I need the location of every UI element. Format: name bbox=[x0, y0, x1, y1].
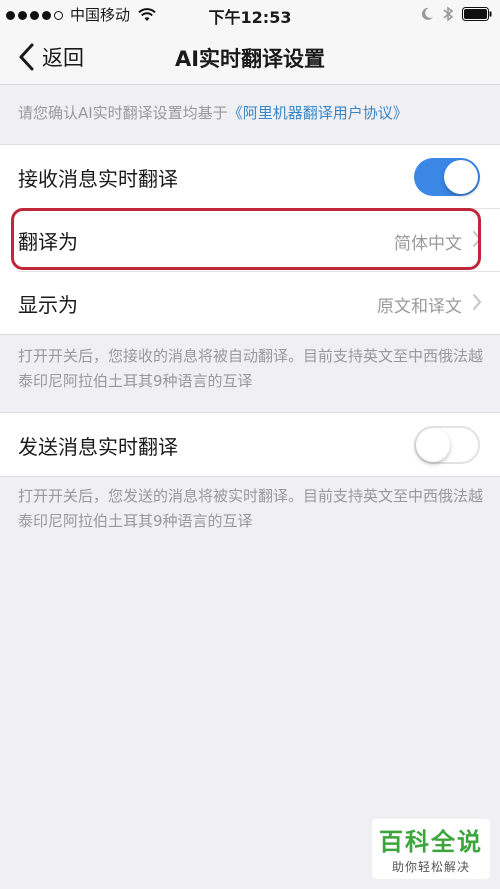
translate-to-value: 简体中文 bbox=[394, 234, 462, 254]
status-right bbox=[420, 6, 492, 22]
receive-description: 打开开关后，您接收的消息将被自动翻译。目前支持英文至中西俄法越泰印尼阿拉伯土耳其… bbox=[18, 347, 484, 390]
receive-settings-group: 接收消息实时翻译 翻译为 简体中文 显示为 原文和译文 bbox=[0, 144, 500, 335]
chevron-left-icon bbox=[19, 43, 34, 71]
toggle-knob bbox=[416, 428, 450, 462]
back-label: 返回 bbox=[42, 46, 84, 70]
send-translate-row: 发送消息实时翻译 bbox=[0, 413, 500, 476]
watermark-main: 百科全说 bbox=[379, 828, 483, 856]
send-translate-toggle[interactable] bbox=[414, 426, 480, 464]
chevron-right-icon bbox=[473, 231, 482, 247]
carrier-name: 中国移动 bbox=[70, 6, 131, 24]
receive-translate-row: 接收消息实时翻译 bbox=[0, 145, 500, 208]
toggle-knob bbox=[444, 160, 478, 194]
watermark-sub: 助你轻松解决 bbox=[391, 860, 470, 874]
status-bar: 中国移动 下午12:53 bbox=[0, 0, 500, 30]
signal-strength-icon bbox=[6, 5, 66, 24]
send-description: 打开开关后，您发送的消息将被实时翻译。目前支持英文至中西俄法越泰印尼阿拉伯土耳其… bbox=[18, 487, 484, 530]
receive-translate-label: 接收消息实时翻译 bbox=[18, 167, 178, 191]
navigation-bar: 返回 AI实时翻译设置 bbox=[0, 30, 500, 85]
agreement-link[interactable]: 《阿里机器翻译用户协议》 bbox=[228, 104, 408, 122]
wifi-icon bbox=[138, 7, 156, 21]
display-as-value: 原文和译文 bbox=[377, 297, 462, 317]
back-button[interactable]: 返回 bbox=[18, 42, 84, 72]
display-as-row[interactable]: 显示为 原文和译文 bbox=[0, 271, 500, 334]
agreement-notice: 请您确认AI实时翻译设置均基于《阿里机器翻译用户协议》 bbox=[18, 102, 488, 123]
battery-icon bbox=[462, 7, 492, 21]
display-as-label: 显示为 bbox=[18, 293, 78, 317]
send-settings-group: 发送消息实时翻译 bbox=[0, 412, 500, 477]
chevron-right-icon bbox=[473, 294, 482, 310]
moon-icon bbox=[421, 7, 433, 20]
notice-text: 请您确认AI实时翻译设置均基于 bbox=[18, 104, 228, 122]
translate-to-row[interactable]: 翻译为 简体中文 bbox=[0, 208, 500, 271]
send-translate-label: 发送消息实时翻译 bbox=[18, 435, 178, 459]
status-left: 中国移动 bbox=[6, 4, 156, 25]
receive-translate-toggle[interactable] bbox=[414, 158, 480, 196]
watermark-logo: 百科全说 助你轻松解决 bbox=[372, 819, 490, 879]
translate-to-label: 翻译为 bbox=[18, 230, 78, 254]
bluetooth-icon bbox=[443, 6, 454, 22]
